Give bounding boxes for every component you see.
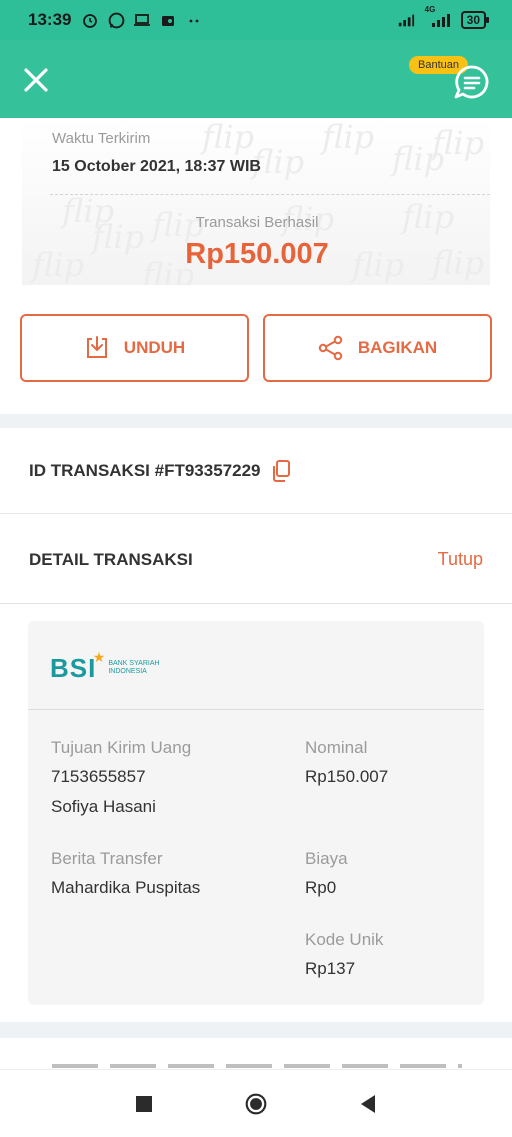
share-label: BAGIKAN <box>357 338 438 357</box>
recents-button[interactable] <box>133 1093 155 1115</box>
download-icon <box>86 336 107 358</box>
unique-code-value: Rp137 <box>305 959 356 978</box>
transaction-status: Transaksi Berhasil <box>195 214 319 231</box>
back-button[interactable] <box>357 1093 379 1115</box>
detail-card: BSI ★ BANK SYARIAH INDONESIA Tujuan Kiri… <box>28 621 484 1005</box>
close-icon <box>24 68 48 92</box>
fee-label: Biaya <box>305 849 348 868</box>
sent-time-value: 15 October 2021, 18:37 WIB <box>52 158 261 175</box>
download-button[interactable]: UNDUH <box>20 314 249 382</box>
share-icon <box>318 335 343 361</box>
message-value: Mahardika Puspitas <box>51 878 201 897</box>
home-button[interactable] <box>245 1093 267 1115</box>
share-button[interactable]: BAGIKAN <box>263 314 492 382</box>
dashed-divider <box>50 194 490 195</box>
fee-value: Rp0 <box>305 878 337 897</box>
message-label: Berita Transfer <box>51 849 163 868</box>
transaction-id-row: ID TRANSAKSI #FT93357229 <box>0 428 512 514</box>
whatsapp-icon <box>107 11 125 29</box>
app-bar: Bantuan <box>0 40 512 118</box>
recipient-label: Tujuan Kirim Uang <box>51 738 192 757</box>
status-time: 13:39 <box>28 10 72 29</box>
section-divider <box>0 1022 512 1038</box>
help-chat-button[interactable] <box>452 62 492 102</box>
laptop-icon <box>133 11 151 29</box>
receipt-card: flip flip flip flip flip flip flip flip … <box>22 118 490 285</box>
watermark: flip <box>322 118 375 156</box>
bank-logo: BSI ★ BANK SYARIAH INDONESIA <box>50 649 160 685</box>
action-buttons: UNDUH BAGIKAN <box>20 314 492 382</box>
star-icon: ★ <box>92 648 107 665</box>
recipient-name: Sofiya Hasani <box>51 797 156 816</box>
status-bar: 13:39 4G 30 <box>0 0 512 40</box>
truncated-text <box>52 1054 462 1068</box>
watermark: flip <box>392 140 445 178</box>
nominal-value: Rp150.007 <box>305 767 389 786</box>
chat-icon <box>454 65 489 99</box>
alarm-icon <box>81 11 99 29</box>
detail-header: DETAIL TRANSAKSI Tutup <box>0 516 512 604</box>
close-detail-link[interactable]: Tutup <box>438 549 483 570</box>
detail-title: DETAIL TRANSAKSI <box>29 549 193 569</box>
transaction-amount: Rp150.007 <box>185 238 329 270</box>
account-number: 7153655857 <box>51 767 146 786</box>
network-type-label: 4G <box>424 5 436 14</box>
bank-logo-text: BSI ★ <box>50 649 105 684</box>
circle-icon <box>245 1093 267 1114</box>
system-nav-bar <box>0 1069 512 1137</box>
radio-icon <box>159 11 177 29</box>
close-button[interactable] <box>18 62 54 98</box>
download-label: UNDUH <box>123 338 186 357</box>
unique-code-label: Kode Unik <box>305 930 384 949</box>
bank-logo-mark: BSI <box>50 652 97 683</box>
bank-full-name: BANK SYARIAH INDONESIA <box>108 660 159 676</box>
card-divider <box>28 709 484 710</box>
transaction-id: ID TRANSAKSI #FT93357229 <box>29 460 261 480</box>
watermark: flip <box>432 124 485 162</box>
signal-4g-icon: 4G <box>423 5 453 29</box>
bank-name-line2: INDONESIA <box>108 668 147 675</box>
nominal-label: Nominal <box>305 738 368 757</box>
triangle-back-icon <box>361 1094 375 1113</box>
more-notifications-icon <box>185 11 203 29</box>
sent-time-label: Waktu Terkirim <box>52 130 151 147</box>
battery-icon: 30 <box>460 11 490 29</box>
signal-icon <box>397 11 415 29</box>
bank-name-line1: BANK SYARIAH <box>108 660 160 667</box>
watermark: flip <box>202 118 255 156</box>
copy-icon[interactable] <box>270 459 292 483</box>
section-divider <box>0 414 512 428</box>
square-icon <box>136 1095 152 1112</box>
